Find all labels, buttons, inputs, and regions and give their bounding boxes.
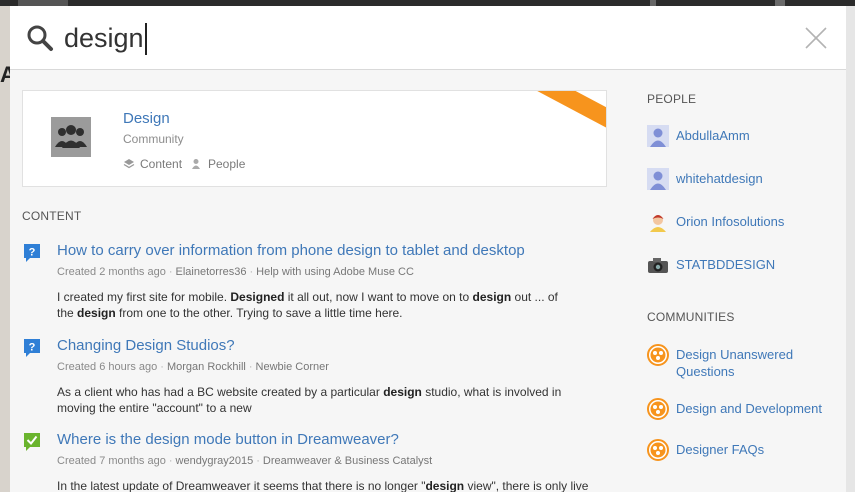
question-icon: ? [24, 244, 40, 262]
background-page-right [846, 6, 855, 492]
content-result: Where is the design mode button in Dream… [22, 431, 607, 492]
snippet-text: I created my first site for mobile. [57, 290, 231, 304]
search-input[interactable] [64, 18, 664, 58]
person-icon [192, 159, 200, 169]
snippet-text: it all out, now I want to move on to [284, 290, 473, 304]
meta-separator: · [248, 361, 253, 373]
content-result: ? How to carry over information from pho… [22, 242, 607, 322]
cartoon-avatar-icon [647, 211, 669, 233]
people-item[interactable]: STATBDDESIGN [647, 254, 775, 276]
snippet-highlight: design [472, 290, 512, 304]
snippet-highlight: Designed [230, 290, 285, 304]
result-place-link[interactable]: Newbie Corner [256, 361, 329, 373]
community-type-label: Community [123, 132, 184, 146]
result-author-link[interactable]: wendygray2015 [176, 455, 254, 467]
result-meta: Created 7 months ago · wendygray2015 · Dream… [57, 455, 432, 467]
person-name: whitehatdesign [676, 171, 763, 186]
content-section-heading: CONTENT [22, 209, 82, 223]
community-title-link[interactable]: Design [123, 110, 170, 127]
result-author-link[interactable]: Morgan Rockhill [167, 361, 246, 373]
person-name: AbdullaAmm [676, 128, 750, 143]
snippet-text: from one to the other. Trying to save a … [115, 306, 403, 320]
community-group-icon [51, 117, 91, 157]
person-name: STATBDDESIGN [676, 257, 776, 272]
community-card[interactable]: Design Community Content People [22, 90, 607, 187]
result-snippet: As a client who has had a BC website cre… [57, 384, 577, 416]
people-link-label: People [208, 157, 246, 171]
result-meta: Created 2 months ago · Elainetorres36 · Help… [57, 266, 414, 278]
people-item[interactable]: AbdullaAmm [647, 125, 750, 147]
snippet-highlight: design [425, 479, 465, 492]
result-title-link[interactable]: How to carry over information from phone… [57, 242, 525, 259]
result-created-time: Created 6 hours ago [57, 361, 158, 373]
community-name: Design Unanswered Questions [676, 347, 794, 379]
background-page-left: A [0, 6, 16, 492]
community-item[interactable]: Design and Development [647, 398, 822, 420]
result-place-link[interactable]: Dreamweaver & Business Catalyst [263, 455, 432, 467]
close-icon[interactable] [804, 26, 828, 50]
snippet-highlight: design [77, 306, 116, 320]
snippet-text: In the latest update of Dreamweaver it s… [57, 479, 426, 492]
answered-check-icon [24, 433, 40, 451]
camera-avatar-icon [648, 258, 668, 273]
meta-separator: · [168, 455, 173, 467]
meta-separator: · [249, 266, 254, 278]
people-item[interactable]: Orion Infosolutions [647, 211, 784, 233]
result-title-link[interactable]: Changing Design Studios? [57, 337, 235, 354]
question-icon: ? [24, 339, 40, 357]
result-author-link[interactable]: Elainetorres36 [176, 266, 247, 278]
default-user-avatar-icon [647, 125, 669, 147]
community-content-link[interactable]: Content [123, 157, 182, 171]
meta-separator: · [168, 266, 173, 278]
snippet-text: As a client who has had a BC website cre… [57, 385, 384, 399]
search-overlay-panel: Design Community Content People CONTENT … [10, 6, 846, 492]
person-name: Orion Infosolutions [676, 214, 785, 229]
community-name: Designer FAQs [676, 442, 765, 457]
result-place-link[interactable]: Help with using Adobe Muse CC [256, 266, 414, 278]
layers-icon [123, 159, 135, 169]
communities-section-heading: COMMUNITIES [647, 310, 735, 324]
result-snippet: In the latest update of Dreamweaver it s… [57, 478, 617, 492]
text-cursor [145, 23, 147, 55]
result-title-link[interactable]: Where is the design mode button in Dream… [57, 431, 399, 448]
meta-separator: · [256, 455, 260, 467]
result-created-time: Created 2 months ago [57, 266, 166, 278]
community-item[interactable]: Design Unanswered Questions [647, 344, 837, 380]
snippet-highlight: design [383, 385, 422, 399]
community-icon [647, 344, 669, 366]
featured-ribbon [529, 91, 606, 139]
community-item[interactable]: Designer FAQs [647, 439, 764, 461]
content-result: ? Changing Design Studios? Created 6 hou… [22, 337, 607, 417]
default-user-avatar-icon [647, 168, 669, 190]
svg-text:?: ? [29, 247, 36, 259]
search-bar [10, 6, 846, 70]
result-meta: Created 6 hours ago · Morgan Rockhill · Newb… [57, 361, 329, 373]
people-item[interactable]: whitehatdesign [647, 168, 763, 190]
people-section-heading: PEOPLE [647, 92, 697, 106]
community-people-link[interactable]: People [191, 157, 245, 171]
search-icon [27, 25, 53, 51]
community-icon [647, 398, 669, 420]
content-link-label: Content [140, 157, 183, 171]
result-snippet: I created my first site for mobile. Desi… [57, 289, 577, 321]
meta-separator: · [160, 361, 164, 373]
result-created-time: Created 7 months ago [57, 455, 166, 467]
snippet-text: view", there is only live [464, 479, 589, 492]
community-icon [647, 439, 669, 461]
svg-text:?: ? [29, 342, 36, 354]
community-name: Design and Development [676, 401, 822, 416]
